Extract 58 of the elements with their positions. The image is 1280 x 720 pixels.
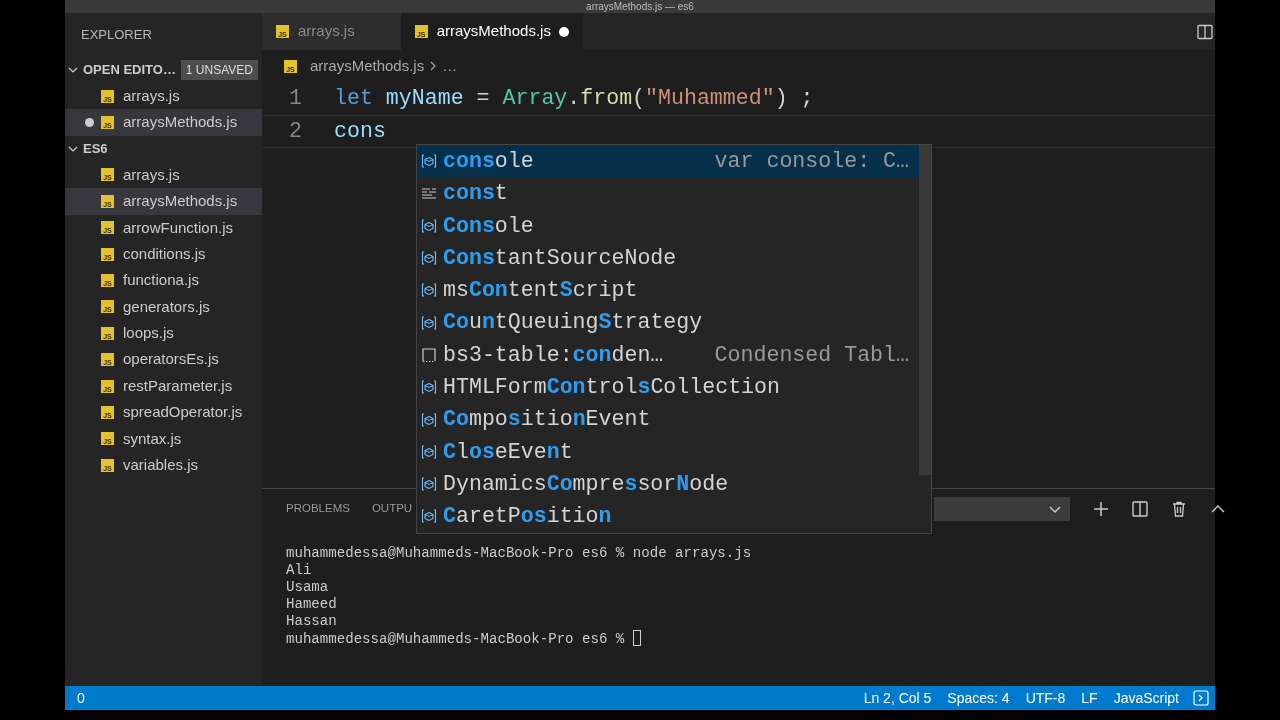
problems-count[interactable]: 0: [69, 687, 93, 709]
breadcrumb[interactable]: arraysMethods.js: [310, 54, 425, 78]
suggestion-item[interactable]: CompositionEvent: [417, 403, 931, 436]
sidebar-title: EXPLORER: [81, 26, 152, 45]
terminal-line: muhammedessa@Muhammeds-MacBook-Pro es6 % node arrays.js: [286, 545, 752, 561]
add-icon: [1092, 500, 1110, 518]
keyword-icon: [421, 185, 437, 202]
variable-icon: [421, 153, 437, 170]
variable-icon: [421, 443, 437, 460]
variable-icon: [421, 250, 437, 267]
split-button[interactable]: [1131, 500, 1149, 518]
breadcrumb[interactable]: …: [442, 54, 458, 78]
suggestion-item[interactable]: CountQueuingStrategy: [417, 306, 931, 339]
section-header[interactable]: ES6: [83, 139, 108, 159]
line-number: 1: [288, 85, 303, 113]
window-title: arraysMethods.js — es6: [586, 1, 694, 12]
status-item[interactable]: UTF-8: [1017, 687, 1074, 709]
terminal-line: Hameed: [286, 596, 337, 612]
suggestion-item[interactable]: HTMLFormControlsCollection: [417, 371, 931, 404]
suggestion-item[interactable]: CaretPosition: [417, 500, 931, 533]
suggestion-item[interactable]: Console: [417, 209, 931, 242]
split-icon: [1131, 500, 1149, 518]
variable-icon: [421, 476, 437, 493]
variable-icon: [421, 411, 437, 428]
status-item[interactable]: LF: [1073, 687, 1106, 709]
line-number: 2: [288, 118, 303, 146]
section-header[interactable]: OPEN EDITO…: [83, 60, 176, 80]
terminal-cursor: [632, 630, 641, 646]
add-button[interactable]: [1092, 500, 1110, 518]
trash-icon: [1170, 500, 1188, 518]
suggestion-item[interactable]: bs3-table:conden… Condensed Tabl…: [417, 338, 931, 372]
suggestion-item[interactable]: msContentScript: [417, 274, 931, 307]
suggestion-item[interactable]: ConstantSourceNode: [417, 241, 931, 275]
suggestion-item[interactable]: CloseEvent: [417, 435, 931, 468]
panel-tab[interactable]: OUTPU: [371, 500, 413, 518]
variable-icon: [421, 314, 437, 331]
status-item[interactable]: JavaScript: [1105, 687, 1187, 709]
suggestion-item[interactable]: DynamicsCompressorNode: [417, 467, 931, 501]
terminal-line: muhammedessa@Muhammeds-MacBook-Pro es6 %: [286, 631, 626, 647]
terminal-line: Hassan: [286, 613, 337, 629]
suggestion-item[interactable]: const: [417, 177, 931, 210]
snippet-icon: [421, 346, 437, 363]
trash-button[interactable]: [1170, 500, 1188, 518]
code-line: cons: [334, 118, 386, 146]
variable-icon: [421, 508, 437, 525]
terminal-line: Usama: [286, 579, 329, 595]
status-item[interactable]: Ln 2, Col 5: [855, 687, 940, 709]
code-line: let myName = Array.from("Muhammed") ;: [334, 85, 814, 113]
unsaved-count: 1 UNSAVED: [180, 60, 258, 80]
scrollbar[interactable]: [919, 145, 931, 475]
variable-icon: [421, 379, 437, 396]
panel-tab[interactable]: PROBLEMS: [286, 500, 350, 518]
split-editor-icon[interactable]: [1197, 23, 1213, 40]
feedback-icon[interactable]: [1193, 690, 1209, 706]
variable-icon: [421, 282, 437, 299]
status-item[interactable]: Spaces: 4: [939, 687, 1018, 709]
terminal-line: Ali: [286, 562, 312, 578]
variable-icon: [421, 217, 437, 234]
